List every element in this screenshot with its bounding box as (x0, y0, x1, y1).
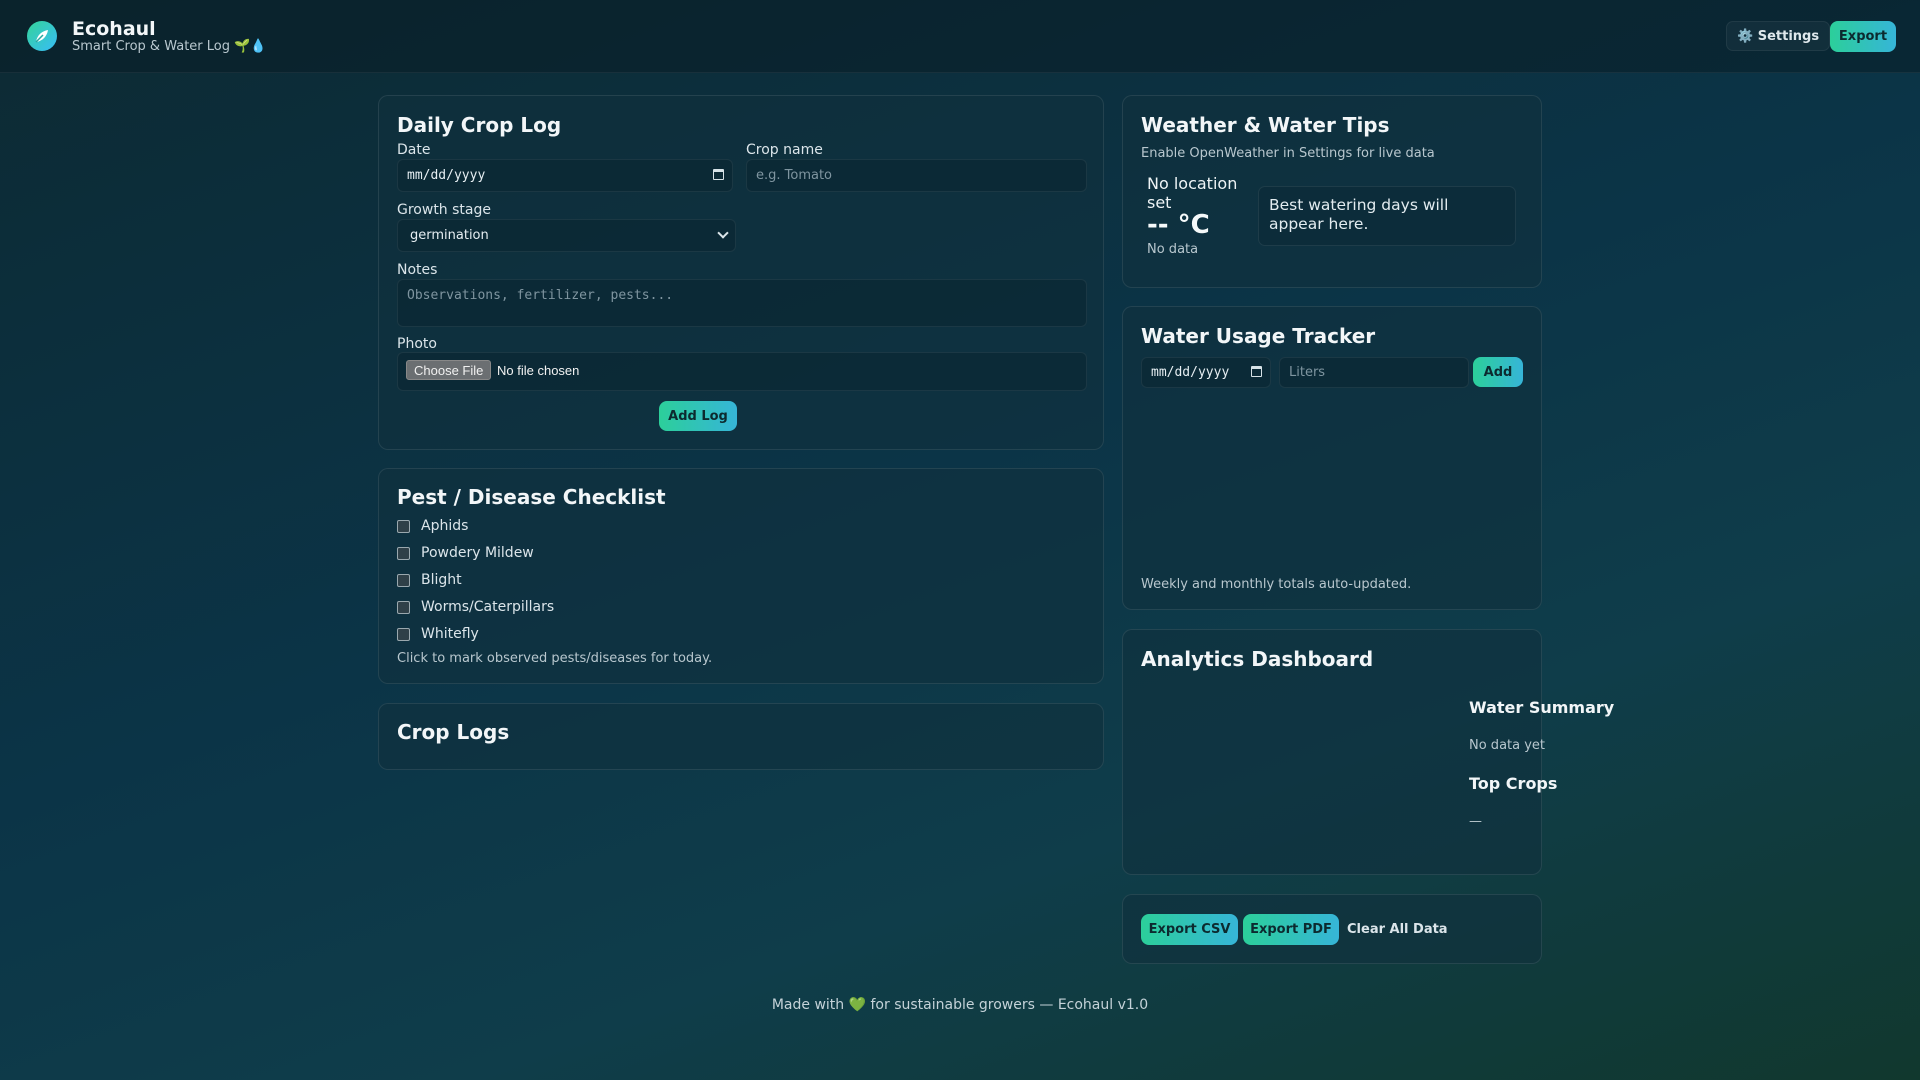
top-bar: Ecohaul Smart Crop & Water Log 🌱💧 ⚙️ Set… (0, 0, 1920, 73)
crop-name-placeholder: e.g. Tomato (756, 168, 833, 183)
notes-textarea[interactable]: Observations, fertilizer, pests... (397, 279, 1087, 327)
export-csv-button[interactable]: Export CSV (1141, 914, 1238, 945)
app-tagline: Smart Crop & Water Log 🌱💧 (72, 39, 267, 54)
footer-made-with: Made with (771, 997, 845, 1013)
chevron-down-icon (717, 227, 729, 239)
checklist-item-blight[interactable]: Blight (397, 572, 462, 588)
top-crops-title: Top Crops (1469, 774, 1558, 793)
crop-name-input[interactable]: e.g. Tomato (746, 159, 1087, 192)
liters-placeholder: Liters (1289, 365, 1326, 380)
add-log-button[interactable]: Add Log (659, 401, 737, 431)
checklist-hint: Click to mark observed pests/diseases fo… (397, 651, 713, 666)
growth-stage-select[interactable]: germination (397, 219, 736, 252)
checkbox[interactable] (397, 627, 410, 641)
analytics-title: Analytics Dashboard (1141, 647, 1374, 671)
notes-label: Notes (397, 262, 438, 278)
checklist-item-label: Whitefly (421, 626, 479, 642)
date-value: mm/dd/yyyy (407, 168, 486, 183)
weather-status: No data (1147, 242, 1199, 257)
clear-all-button[interactable]: Clear All Data (1347, 922, 1448, 937)
settings-label: ⚙️ Settings (1737, 28, 1820, 44)
choose-file-button[interactable]: Choose File (406, 360, 492, 380)
checklist-title: Pest / Disease Checklist (397, 485, 666, 509)
watering-tip: Best watering days will appear here. (1269, 196, 1449, 233)
checkbox[interactable] (397, 519, 410, 533)
add-water-button[interactable]: Add (1473, 357, 1523, 387)
crop-logs-title: Crop Logs (397, 720, 510, 744)
water-summary-title: Water Summary (1469, 698, 1615, 717)
actions-card: Export CSV Export PDF Clear All Data (1122, 894, 1542, 964)
checklist-item-powdery-mildew[interactable]: Powdery Mildew (397, 545, 534, 561)
crop-log-title: Daily Crop Log (397, 113, 562, 137)
checklist-item-label: Powdery Mildew (421, 545, 534, 561)
growth-stage-label: Growth stage (397, 202, 491, 218)
water-summary-value: No data yet (1469, 738, 1546, 753)
water-tracker-title: Water Usage Tracker (1141, 324, 1376, 348)
checkbox[interactable] (397, 546, 410, 560)
liters-input[interactable]: Liters (1279, 357, 1469, 388)
export-button[interactable]: Export (1830, 21, 1896, 52)
checklist-item-label: Blight (421, 572, 462, 588)
pest-checklist-card: Pest / Disease Checklist Aphids Powdery … (378, 468, 1104, 684)
growth-stage-value: germination (410, 228, 489, 243)
weather-subtitle: Enable OpenWeather in Settings for live … (1141, 146, 1435, 161)
photo-input[interactable]: Choose File No file chosen (397, 352, 1087, 391)
checklist-item-worms[interactable]: Worms/Caterpillars (397, 599, 554, 615)
crop-logs-card: Crop Logs (378, 703, 1104, 770)
water-date-input[interactable]: mm/dd/yyyy (1141, 357, 1271, 388)
notes-placeholder: Observations, fertilizer, pests... (407, 288, 674, 303)
photo-label: Photo (397, 336, 437, 352)
checkbox[interactable] (397, 600, 410, 614)
water-tracker-card: Water Usage Tracker mm/dd/yyyy Liters Ad… (1122, 306, 1542, 610)
weather-card: Weather & Water Tips Enable OpenWeather … (1122, 95, 1542, 288)
calendar-icon[interactable] (713, 169, 724, 180)
weather-location: No location set (1147, 174, 1238, 212)
weather-temperature: -- °C (1147, 210, 1210, 240)
heart-icon: 💚 (848, 997, 867, 1013)
leaf-icon (35, 30, 48, 43)
checklist-item-label: Aphids (421, 518, 469, 534)
checkbox[interactable] (397, 573, 410, 587)
water-footnote: Weekly and monthly totals auto-updated. (1141, 577, 1412, 592)
settings-button[interactable]: ⚙️ Settings (1726, 21, 1831, 51)
checklist-item-label: Worms/Caterpillars (421, 599, 555, 615)
daily-crop-log-card: Daily Crop Log Date mm/dd/yyyy Crop name… (378, 95, 1104, 450)
no-file-text: No file chosen (497, 363, 580, 378)
date-label: Date (397, 142, 431, 158)
top-crops-value: — (1469, 814, 1482, 829)
calendar-icon[interactable] (1251, 366, 1262, 377)
crop-name-label: Crop name (746, 142, 823, 158)
watering-tip-box: Best watering days will appear here. (1258, 186, 1516, 246)
app-name: Ecohaul (72, 18, 156, 40)
leaf-logo-icon (27, 21, 57, 51)
checklist-item-whitefly[interactable]: Whitefly (397, 626, 479, 642)
footer: Made with 💚 for sustainable growers — Ec… (0, 997, 1920, 1013)
water-date-value: mm/dd/yyyy (1151, 365, 1230, 380)
weather-title: Weather & Water Tips (1141, 113, 1390, 137)
checklist-item-aphids[interactable]: Aphids (397, 518, 468, 534)
date-input[interactable]: mm/dd/yyyy (397, 159, 733, 192)
export-pdf-button[interactable]: Export PDF (1243, 914, 1339, 945)
footer-text: for sustainable growers — Ecohaul v1.0 (870, 997, 1149, 1013)
